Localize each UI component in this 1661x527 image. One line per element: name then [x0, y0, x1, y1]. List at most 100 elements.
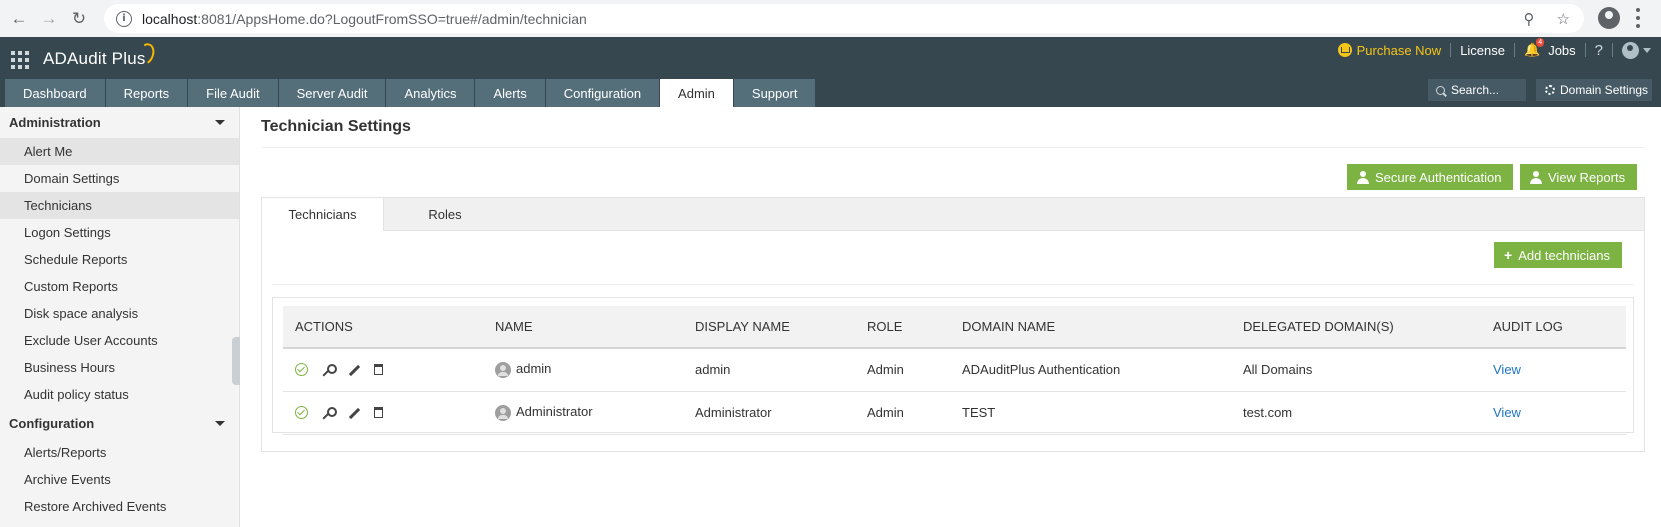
app-logo[interactable]: ADAudit Plus [43, 49, 146, 69]
tab-technicians[interactable]: Technicians [262, 198, 384, 231]
tab-admin[interactable]: Admin [660, 79, 734, 107]
add-technicians-button[interactable]: + Add technicians [1494, 242, 1622, 268]
sidebar-item-audit-policy-status[interactable]: Audit policy status [0, 381, 239, 408]
technicians-table: ACTIONS NAME DISPLAY NAME ROLE DOMAIN NA… [283, 306, 1626, 435]
user-icon[interactable] [1622, 41, 1639, 59]
technician-domain: TEST [950, 391, 1231, 435]
reload-icon[interactable]: ↻ [68, 8, 90, 30]
cart-icon [1337, 43, 1352, 57]
technician-name: admin [516, 361, 552, 377]
search-placeholder: Search... [1451, 83, 1500, 97]
technicians-table-container: ACTIONS NAME DISPLAY NAME ROLE DOMAIN NA… [272, 297, 1634, 435]
table-row: Administrator Administrator Admin TEST t… [283, 391, 1626, 435]
col-header-display-name[interactable]: DISPLAY NAME [683, 306, 855, 349]
col-header-role[interactable]: ROLE [855, 306, 950, 349]
enabled-check-icon[interactable] [295, 406, 308, 419]
sidebar-item-domain-settings[interactable]: Domain Settings [0, 165, 239, 192]
tab-dashboard[interactable]: Dashboard [5, 79, 106, 107]
edit-pencil-icon[interactable] [348, 407, 360, 419]
sidebar-section-configuration[interactable]: Configuration [0, 408, 239, 439]
sidebar-section-administration[interactable]: Administration [0, 107, 239, 138]
col-header-audit-log: AUDIT LOG [1481, 306, 1626, 349]
site-info-icon[interactable]: i [116, 10, 132, 27]
tab-configuration[interactable]: Configuration [545, 79, 661, 107]
domain-settings-button[interactable]: Domain Settings [1536, 79, 1652, 101]
col-header-domain-name[interactable]: DOMAIN NAME [950, 306, 1231, 349]
jobs-link[interactable]: Jobs [1548, 43, 1575, 58]
key-icon[interactable] [322, 406, 337, 419]
main-nav: Dashboard Reports File Audit Server Audi… [5, 79, 817, 107]
tab-server-audit[interactable]: Server Audit [278, 79, 387, 107]
key-icon[interactable]: ⚲ [1524, 10, 1535, 28]
technicians-panel: Technicians Roles + Add technicians ACTI… [261, 197, 1645, 452]
col-header-actions: ACTIONS [283, 306, 483, 349]
sidebar-item-custom-reports[interactable]: Custom Reports [0, 273, 239, 300]
collapse-triangle-icon[interactable] [215, 421, 225, 426]
sidebar-item-logon-settings[interactable]: Logon Settings [0, 219, 239, 246]
sidebar-item-business-hours[interactable]: Business Hours [0, 354, 239, 381]
sidebar-item-archive-events[interactable]: Archive Events [0, 466, 239, 493]
delete-trash-icon[interactable] [374, 407, 383, 418]
app-grid-icon[interactable] [11, 51, 29, 69]
col-header-delegated-domains[interactable]: DELEGATED DOMAIN(S) [1231, 306, 1481, 349]
bell-icon[interactable]: 🔔 4 [1524, 38, 1545, 58]
domain-settings-label: Domain Settings [1560, 83, 1649, 97]
app-header: ADAudit Plus Purchase Now License 🔔 4 Job… [0, 37, 1661, 107]
table-header-row: ACTIONS NAME DISPLAY NAME ROLE DOMAIN NA… [283, 306, 1626, 349]
tab-support[interactable]: Support [733, 79, 817, 107]
technician-delegated-domains: test.com [1231, 391, 1481, 435]
audit-log-view-link[interactable]: View [1493, 405, 1521, 420]
technician-role: Admin [855, 348, 950, 392]
search-input[interactable]: Search... [1428, 79, 1526, 101]
back-arrow-icon[interactable]: ← [8, 8, 30, 30]
bookmark-star-icon[interactable]: ☆ [1557, 10, 1570, 28]
tab-roles[interactable]: Roles [384, 198, 506, 231]
technician-delegated-domains: All Domains [1231, 348, 1481, 392]
gear-icon [1545, 85, 1555, 95]
sidebar-item-restore-archived-events[interactable]: Restore Archived Events [0, 493, 239, 520]
technician-display-name: admin [683, 348, 855, 392]
purchase-now-label: Purchase Now [1356, 42, 1442, 58]
enabled-check-icon[interactable] [295, 363, 308, 377]
col-header-name[interactable]: NAME [483, 306, 683, 349]
person-icon [1357, 170, 1369, 184]
table-row: admin admin Admin ADAuditPlus Authentica… [283, 348, 1626, 392]
settings-tabs: Technicians Roles [262, 198, 1644, 231]
view-reports-button[interactable]: View Reports [1520, 164, 1638, 190]
caret-down-icon[interactable] [1643, 47, 1651, 53]
header-utilities: Purchase Now License 🔔 4 Jobs ? [1337, 37, 1651, 63]
sidebar-item-alerts-reports[interactable]: Alerts/Reports [0, 439, 239, 466]
tab-reports[interactable]: Reports [105, 79, 189, 107]
collapse-triangle-icon[interactable] [215, 120, 225, 125]
url-text: localhost:8081/AppsHome.do?LogoutFromSSO… [142, 10, 587, 27]
forward-arrow-icon[interactable]: → [38, 8, 60, 30]
tab-alerts[interactable]: Alerts [475, 79, 546, 107]
profile-icon[interactable] [1598, 7, 1620, 29]
edit-pencil-icon[interactable] [348, 364, 360, 376]
sidebar-collapse-handle[interactable] [232, 337, 240, 385]
toolbar-divider [272, 284, 1634, 285]
technician-name: Administrator [516, 404, 593, 420]
tab-analytics[interactable]: Analytics [386, 79, 476, 107]
person-icon [1530, 170, 1542, 184]
sidebar-item-exclude-user-accounts[interactable]: Exclude User Accounts [0, 327, 239, 354]
help-icon[interactable]: ? [1595, 42, 1603, 59]
tab-file-audit[interactable]: File Audit [188, 79, 279, 107]
secure-authentication-button[interactable]: Secure Authentication [1347, 164, 1514, 190]
sidebar-item-disk-space-analysis[interactable]: Disk space analysis [0, 300, 239, 327]
purchase-now-link[interactable]: Purchase Now [1337, 42, 1442, 58]
address-bar[interactable]: i localhost:8081/AppsHome.do?LogoutFromS… [104, 4, 1584, 33]
browser-menu-icon[interactable] [1636, 8, 1640, 28]
key-icon[interactable] [322, 363, 337, 376]
sidebar-item-alert-me[interactable]: Alert Me [0, 138, 239, 165]
license-link[interactable]: License [1460, 43, 1505, 58]
delete-trash-icon[interactable] [374, 364, 383, 376]
title-divider [261, 147, 1645, 148]
sidebar: Administration Alert Me Domain Settings … [0, 107, 240, 527]
sidebar-item-technicians[interactable]: Technicians [0, 192, 239, 219]
sidebar-item-schedule-reports[interactable]: Schedule Reports [0, 246, 239, 273]
technician-domain: ADAuditPlus Authentication [950, 348, 1231, 392]
browser-toolbar: ← → ↻ i localhost:8081/AppsHome.do?Logou… [0, 0, 1661, 37]
search-icon [1436, 85, 1445, 95]
audit-log-view-link[interactable]: View [1493, 362, 1521, 377]
